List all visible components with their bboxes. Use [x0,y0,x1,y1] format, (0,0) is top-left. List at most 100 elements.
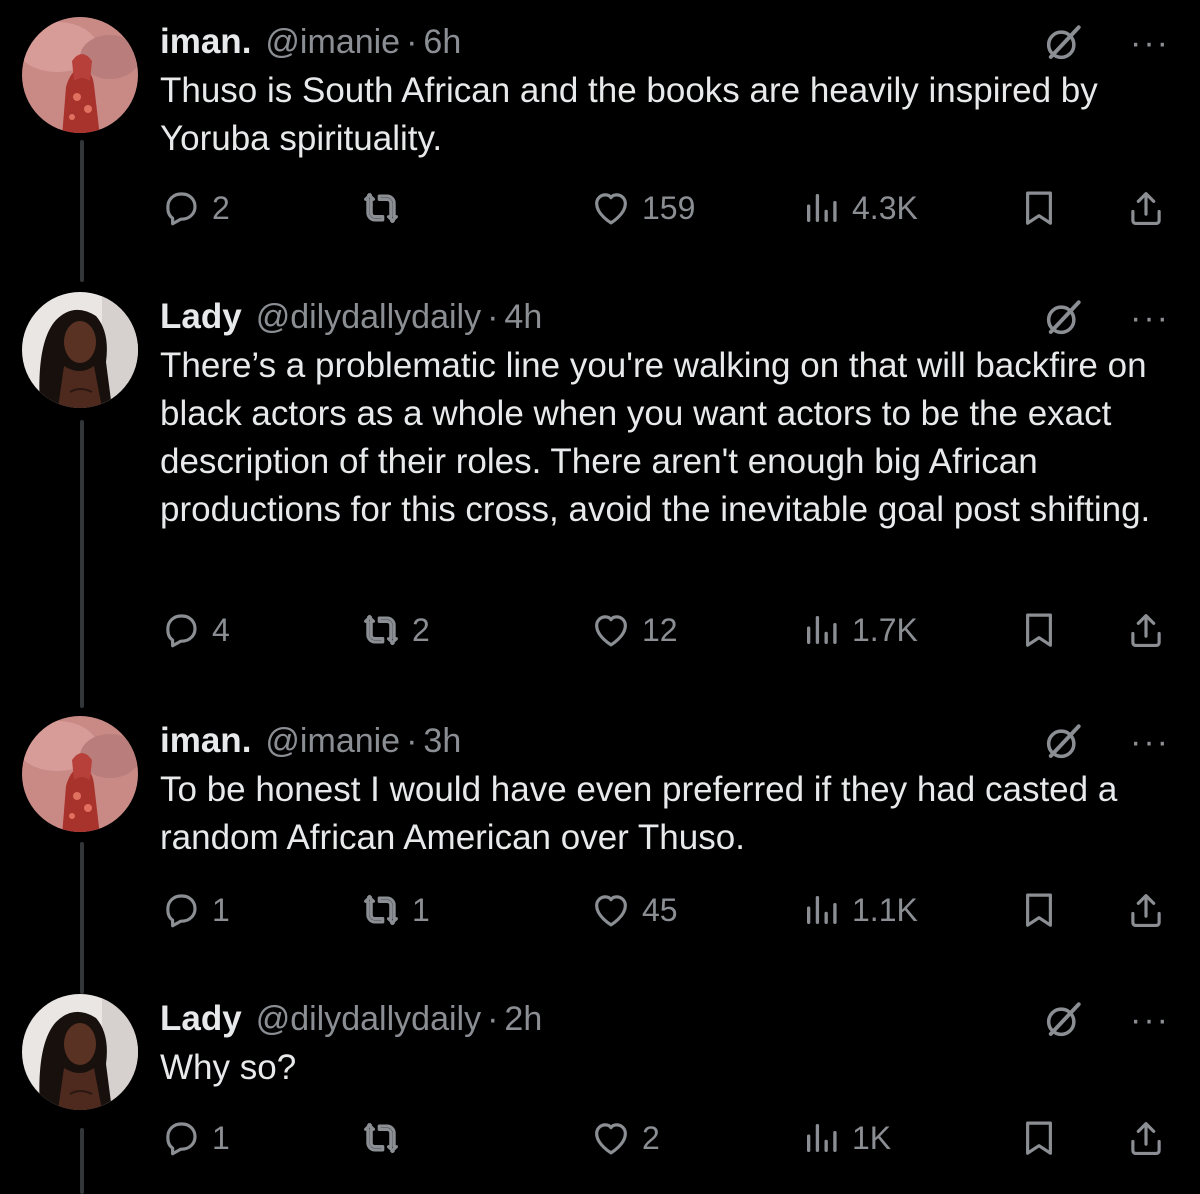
more-icon[interactable]: ··· [1130,26,1170,60]
user-handle[interactable]: @imanie [265,23,400,62]
tweet-top-actions: ··· [1042,19,1170,67]
tweet-text: To be honest I would have even preferred… [160,770,1118,857]
views-button[interactable]: 4.3K [800,183,918,233]
display-name[interactable]: iman. [160,721,251,761]
reply-icon [160,187,202,229]
reply-button[interactable]: 1 [160,1113,230,1163]
share-icon [1125,609,1167,651]
like-button[interactable]: 45 [590,885,678,935]
retweet-button[interactable] [360,1113,412,1163]
bookmark-button[interactable] [1018,605,1060,655]
user-handle[interactable]: @dilydallydaily [256,1000,481,1039]
tweet-text: Why so? [160,1048,297,1087]
share-button[interactable] [1125,885,1167,935]
avatar[interactable] [22,994,138,1110]
views-button[interactable]: 1.1K [800,885,918,935]
more-icon[interactable]: ··· [1130,301,1170,335]
avatar[interactable] [22,292,138,408]
display-name[interactable]: Lady [160,999,242,1039]
tweet[interactable]: Lady @dilydallydaily · 2h ··· Why so? 1 … [0,994,1200,1194]
reply-button[interactable]: 1 [160,885,230,935]
grok-icon[interactable] [1042,721,1084,763]
tweet-header: Lady @dilydallydaily · 4h [160,292,542,342]
retweet-button[interactable]: 1 [360,885,430,935]
reply-count: 1 [212,891,230,928]
bookmark-button[interactable] [1018,885,1060,935]
action-bar: 2 159 4.3K [160,183,1170,233]
reply-icon [160,1117,202,1159]
like-count: 2 [642,1119,660,1156]
timestamp[interactable]: 2h [504,1000,542,1039]
separator: · [406,22,418,61]
reply-button[interactable]: 2 [160,183,230,233]
more-icon[interactable]: ··· [1130,1003,1170,1037]
action-bar: 1 2 1K [160,1113,1170,1163]
heart-icon [590,187,632,229]
retweet-icon [360,609,402,651]
like-button[interactable]: 2 [590,1113,660,1163]
retweet-button[interactable]: 2 [360,605,430,655]
more-icon[interactable]: ··· [1130,725,1170,759]
share-button[interactable] [1125,605,1167,655]
heart-icon [590,609,632,651]
views-button[interactable]: 1.7K [800,605,918,655]
bookmark-button[interactable] [1018,183,1060,233]
share-button[interactable] [1125,183,1167,233]
reply-icon [160,889,202,931]
share-icon [1125,187,1167,229]
separator: · [487,297,499,336]
grok-icon[interactable] [1042,999,1084,1041]
user-handle[interactable]: @dilydallydaily [256,298,481,337]
timestamp[interactable]: 6h [423,23,461,62]
reply-button[interactable]: 4 [160,605,230,655]
timestamp[interactable]: 3h [423,722,461,761]
reply-count: 2 [212,189,230,226]
grok-icon[interactable] [1042,297,1084,339]
tweet[interactable]: Lady @dilydallydaily · 4h ··· There’s a … [0,292,1200,662]
reply-icon [160,609,202,651]
like-button[interactable]: 159 [590,183,695,233]
avatar[interactable] [22,716,138,832]
tweet-top-actions: ··· [1042,294,1170,342]
share-button[interactable] [1125,1113,1167,1163]
retweet-button[interactable] [360,183,412,233]
tweet-top-actions: ··· [1042,996,1170,1044]
display-name[interactable]: iman. [160,22,251,62]
tweet-text: Thuso is South African and the books are… [160,71,1098,158]
like-count: 159 [642,189,696,226]
reply-count: 4 [212,611,230,648]
like-button[interactable]: 12 [590,605,678,655]
reply-count: 1 [212,1119,230,1156]
retweet-count: 1 [412,891,430,928]
view-count: 4.3K [852,189,918,226]
bookmark-icon [1018,609,1060,651]
separator: · [406,721,418,760]
avatar[interactable] [22,17,138,133]
view-count: 1.1K [852,891,918,928]
timestamp[interactable]: 4h [504,298,542,337]
heart-icon [590,889,632,931]
grok-icon[interactable] [1042,22,1084,64]
heart-icon [590,1117,632,1159]
views-button[interactable]: 1K [800,1113,891,1163]
like-count: 45 [642,891,678,928]
bookmark-button[interactable] [1018,1113,1060,1163]
view-count: 1.7K [852,611,918,648]
share-icon [1125,1117,1167,1159]
bookmark-icon [1018,1117,1060,1159]
tweet-text: There’s a problematic line you're walkin… [160,346,1151,529]
tweet-top-actions: ··· [1042,718,1170,766]
separator: · [487,999,499,1038]
views-icon [800,187,842,229]
retweet-icon [360,889,402,931]
tweet[interactable]: iman. @imanie · 6h ··· Thuso is South Af… [0,17,1200,237]
retweet-count: 2 [412,611,430,648]
user-handle[interactable]: @imanie [265,722,400,761]
views-icon [800,889,842,931]
retweet-icon [360,1117,402,1159]
like-count: 12 [642,611,678,648]
tweet[interactable]: iman. @imanie · 3h ··· To be honest I wo… [0,716,1200,946]
display-name[interactable]: Lady [160,297,242,337]
tweet-header: iman. @imanie · 6h [160,17,461,67]
bookmark-icon [1018,889,1060,931]
